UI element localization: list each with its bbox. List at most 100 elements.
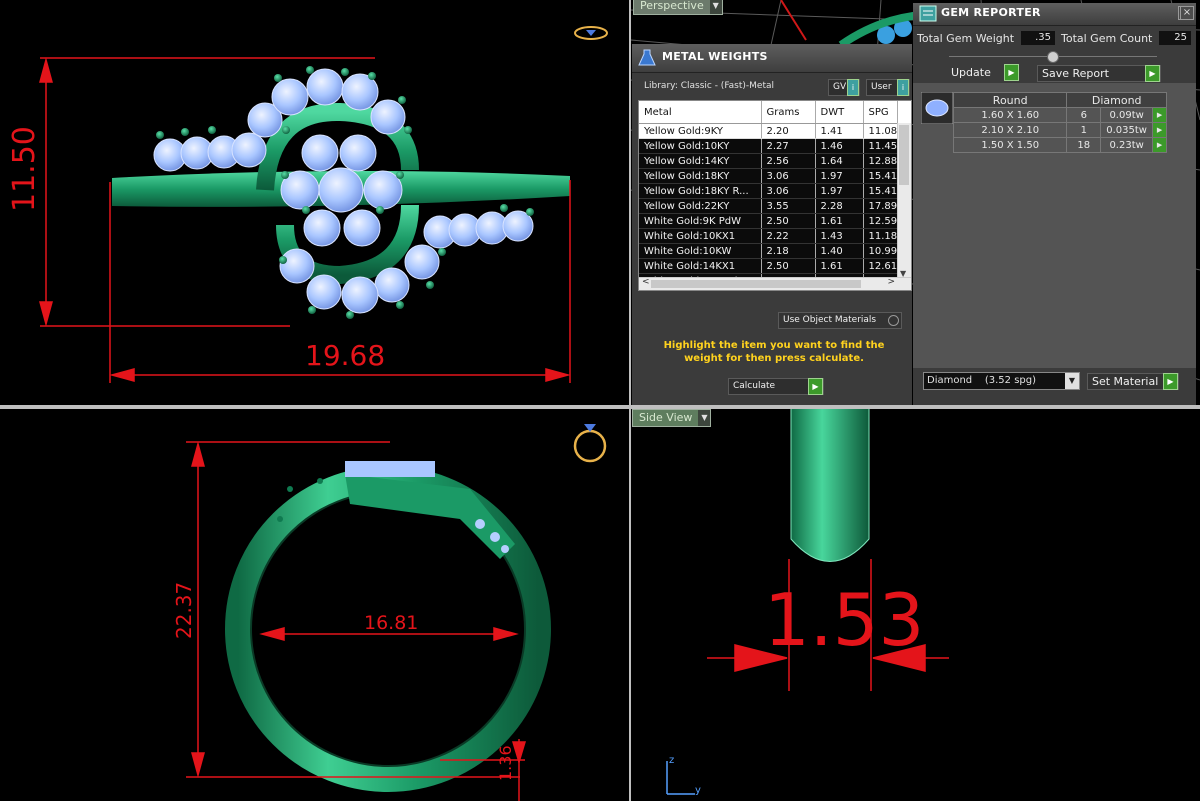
prong — [398, 96, 406, 104]
save-report-label: Save Report — [1042, 67, 1109, 80]
metal-cell-grams: 2.22 — [761, 228, 816, 244]
gv-label: GV — [833, 82, 847, 92]
metal-table-hscrollbar[interactable]: < > — [639, 277, 911, 290]
metal-row[interactable]: Yellow Gold:9KY 2.20 1.41 11.08 — [639, 123, 899, 139]
side-view-tab[interactable]: Side View ▼ — [632, 409, 712, 427]
metal-cell-spg: 11.18 — [863, 228, 899, 244]
gem-reporter-titlebar[interactable]: GEM REPORTER × — [913, 3, 1196, 26]
prong — [396, 301, 404, 309]
metal-cell-grams: 3.06 — [761, 183, 816, 199]
total-gem-count-label: Total Gem Count — [1061, 32, 1153, 45]
metal-row[interactable]: White Gold:10KW 2.18 1.40 10.99 — [639, 243, 899, 259]
gem-reporter-close-icon[interactable]: × — [1180, 6, 1194, 20]
chevron-down-icon[interactable]: ▼ — [709, 0, 722, 14]
material-select[interactable]: Diamond (3.52 spg) ▼ — [923, 372, 1080, 390]
set-material-label: Set Material — [1092, 375, 1159, 388]
gem-column-shape: Round — [952, 92, 1068, 108]
save-report-button[interactable]: Save Report ▶ — [1037, 65, 1161, 82]
metal-row[interactable]: White Gold:14KX1 2.50 1.61 12.61 — [639, 258, 899, 274]
metal-cell-metal: White Gold:9K PdW — [639, 213, 762, 229]
set-material-button[interactable]: Set Material ▶ — [1087, 373, 1179, 390]
use-object-materials-toggle[interactable]: Use Object Materials — [778, 312, 902, 329]
chevron-right-icon[interactable]: > — [887, 277, 895, 287]
gem-stone — [306, 274, 342, 310]
metal-cell-spg: 11.45 — [863, 138, 899, 154]
top-viewport[interactable]: 11.50 19.68 — [0, 0, 629, 405]
update-button[interactable]: Update ▶ — [947, 64, 1019, 81]
metal-table-vscrollbar[interactable]: ▼ — [897, 123, 911, 278]
metal-table-container[interactable]: Metal Grams DWT SPG Yellow Gold:9KY 2.20 1… — [638, 100, 912, 291]
prong — [279, 256, 287, 264]
metal-row[interactable]: Yellow Gold:10KY 2.27 1.46 11.45 — [639, 138, 899, 154]
column-header-dwt[interactable]: DWT — [815, 101, 864, 124]
viewport-divider-horizontal[interactable] — [0, 405, 1200, 409]
column-header-spg[interactable]: SPG — [863, 101, 899, 124]
metal-cell-dwt: 1.61 — [815, 213, 864, 229]
gem-reporter-panel: GEM REPORTER × Total Gem Weight .35 Tota… — [913, 3, 1196, 405]
hscroll-thumb[interactable] — [651, 280, 861, 288]
front-view-ring-icon[interactable] — [570, 415, 610, 467]
gem-row[interactable]: 1.50 X 1.50 18 0.23tw ▶ — [952, 137, 1167, 153]
gem-table-header: Round Diamond — [952, 92, 1167, 108]
library-label: Library: Classic - (Fast)-Metal — [644, 81, 775, 91]
metal-cell-metal: White Gold:14KX1 — [639, 258, 762, 274]
column-header-grams[interactable]: Grams — [761, 101, 816, 124]
metal-row[interactable]: White Gold:9K PdW 2.50 1.61 12.59 — [639, 213, 899, 229]
metal-row[interactable]: Yellow Gold:18KY 3.06 1.97 15.41 — [639, 168, 899, 184]
dimension-width-label: 19.68 — [305, 339, 386, 372]
perspective-view-tab[interactable]: Perspective ▼ — [633, 0, 723, 15]
prong — [368, 72, 376, 80]
chevron-down-icon[interactable]: ▼ — [1065, 373, 1079, 389]
prong — [426, 281, 434, 289]
metal-cell-spg: 17.89 — [863, 198, 899, 214]
metal-cell-spg: 15.41 — [863, 183, 899, 199]
top-view-ring-icon[interactable] — [572, 24, 610, 42]
gem-cell-count: 1 — [1066, 122, 1102, 138]
gem-stone — [370, 99, 406, 135]
side-viewport[interactable]: 1.53 z y Side View ▼ — [631, 409, 1200, 801]
metal-cell-grams: 2.56 — [761, 153, 816, 169]
metal-cell-dwt: 1.46 — [815, 138, 864, 154]
gem-row[interactable]: 1.60 X 1.60 6 0.09tw ▶ — [952, 107, 1167, 123]
report-slider-thumb[interactable] — [1047, 51, 1059, 63]
front-viewport[interactable]: 22.37 16.81 1.36 — [0, 409, 629, 801]
chevron-left-icon[interactable]: < — [642, 277, 650, 287]
calculate-button[interactable]: Calculate ▶ — [728, 378, 824, 395]
gem-row-select-button[interactable]: ▶ — [1152, 122, 1167, 138]
gem-row-select-button[interactable]: ▶ — [1152, 137, 1167, 153]
play-icon: ▶ — [1004, 64, 1019, 81]
gem-row[interactable]: 2.10 X 2.10 1 0.035tw ▶ — [952, 122, 1167, 138]
metal-cell-dwt: 2.28 — [815, 198, 864, 214]
update-label: Update — [951, 66, 991, 79]
material-select-value: Diamond (3.52 spg) — [927, 375, 1037, 386]
metal-row[interactable]: Yellow Gold:22KY 3.55 2.28 17.89 — [639, 198, 899, 214]
prong — [404, 126, 412, 134]
viewport-divider-vertical[interactable] — [629, 0, 631, 801]
gem-stone — [341, 276, 379, 314]
metal-weights-titlebar[interactable]: METAL WEIGHTS — [632, 44, 912, 73]
use-object-materials-label: Use Object Materials — [783, 315, 877, 325]
gem-cell-weight: 0.23tw — [1100, 137, 1154, 153]
prong — [526, 208, 534, 216]
metal-cell-spg: 10.99 — [863, 243, 899, 259]
chevron-down-icon[interactable]: ▼ — [698, 410, 711, 426]
gv-button[interactable]: GV i — [828, 79, 860, 96]
gem-column-material: Diamond — [1066, 92, 1167, 108]
metal-row[interactable]: White Gold:10KX1 2.22 1.43 11.18 — [639, 228, 899, 244]
gem-row-select-button[interactable]: ▶ — [1152, 107, 1167, 123]
metal-row[interactable]: Yellow Gold:18KY R... 3.06 1.97 15.41 — [639, 183, 899, 199]
gem-list-area[interactable]: Round Diamond 1.60 X 1.60 6 0.09tw ▶ 2.10 X … — [913, 83, 1196, 368]
axis-z-label: z — [669, 755, 675, 766]
metal-cell-grams: 2.50 — [761, 213, 816, 229]
metal-cell-grams: 2.50 — [761, 258, 816, 274]
user-button[interactable]: User i — [866, 79, 910, 96]
metal-cell-metal: Yellow Gold:10KY — [639, 138, 762, 154]
vscroll-thumb[interactable] — [899, 125, 909, 185]
play-icon: ▶ — [808, 378, 823, 395]
column-header-metal[interactable]: Metal — [639, 101, 762, 124]
metal-cell-metal: Yellow Gold:14KY — [639, 153, 762, 169]
metal-row[interactable]: Yellow Gold:14KY 2.56 1.64 12.88 — [639, 153, 899, 169]
gem-stone — [374, 267, 410, 303]
prong — [396, 171, 404, 179]
play-icon: ▶ — [1163, 373, 1178, 390]
